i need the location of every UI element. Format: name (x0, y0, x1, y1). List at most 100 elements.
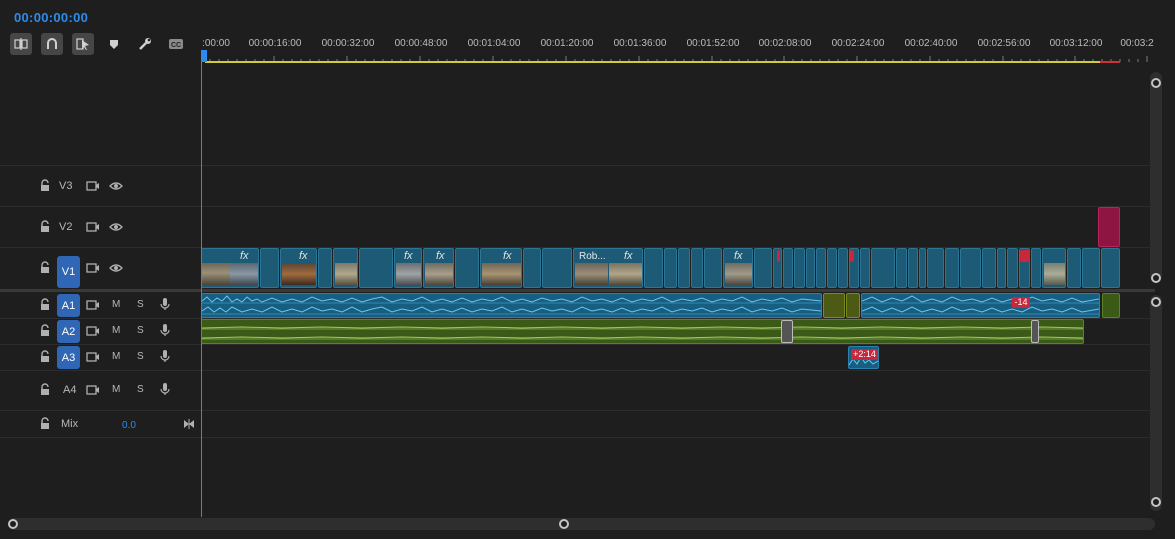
solo-button[interactable]: S (137, 325, 144, 336)
insert-nest-button[interactable] (10, 33, 32, 55)
video-clip[interactable] (644, 248, 663, 288)
video-clip[interactable]: fx (201, 248, 259, 288)
audio-clip-a3[interactable]: +2:14 (848, 346, 879, 369)
audio-clip-green[interactable] (1102, 293, 1120, 318)
video-clip[interactable]: fx (423, 248, 454, 288)
lock-icon[interactable] (38, 261, 52, 275)
video-clip[interactable] (664, 248, 677, 288)
video-clip[interactable] (838, 248, 848, 288)
eye-icon[interactable] (109, 221, 123, 233)
lock-icon[interactable] (38, 350, 52, 364)
zoom-handle-right[interactable] (559, 519, 569, 529)
audio-clip-green[interactable] (846, 293, 860, 318)
video-clip[interactable] (783, 248, 793, 288)
solo-button[interactable]: S (137, 351, 144, 362)
linked-selection-button[interactable] (72, 33, 94, 55)
video-clip[interactable] (806, 248, 815, 288)
sync-lock-icon[interactable] (86, 299, 100, 311)
video-clip[interactable] (678, 248, 690, 288)
audio-clip[interactable] (861, 293, 1100, 318)
video-clip[interactable]: fx (394, 248, 422, 288)
video-clip[interactable] (919, 248, 926, 288)
video-clip[interactable] (1031, 248, 1041, 288)
video-clip[interactable] (908, 248, 918, 288)
track-target-v2[interactable]: V2 (59, 221, 79, 233)
microphone-icon[interactable] (160, 297, 170, 311)
mute-button[interactable]: M (112, 325, 120, 336)
video-clip[interactable] (1082, 248, 1100, 288)
video-clip[interactable] (754, 248, 772, 288)
scrollbar-handle[interactable] (1151, 297, 1161, 307)
microphone-icon[interactable] (160, 349, 170, 363)
video-clip[interactable] (1067, 248, 1081, 288)
video-clip[interactable] (827, 248, 837, 288)
time-ruler[interactable]: :00:00 00:00:16:00 00:00:32:00 00:00:48:… (201, 32, 1154, 64)
track-target-a2[interactable]: A2 (57, 320, 80, 343)
video-clip[interactable] (896, 248, 907, 288)
video-clip[interactable] (927, 248, 944, 288)
playhead-handle[interactable] (201, 50, 207, 62)
video-clip[interactable] (359, 248, 393, 288)
playhead-line[interactable] (201, 52, 202, 517)
track-target-v3[interactable]: V3 (59, 180, 79, 192)
video-clip[interactable] (318, 248, 332, 288)
video-clip[interactable] (794, 248, 805, 288)
scrollbar-handle[interactable] (1151, 273, 1161, 283)
lock-icon[interactable] (38, 324, 52, 338)
work-area-bar[interactable] (205, 61, 1100, 63)
video-clip[interactable]: fx (723, 248, 753, 288)
bowtie-icon[interactable] (183, 419, 195, 429)
scrollbar-handle[interactable] (1151, 78, 1161, 88)
video-vertical-scrollbar[interactable] (1150, 72, 1162, 283)
timeline-settings-button[interactable] (134, 33, 156, 55)
sync-lock-icon[interactable] (86, 325, 100, 337)
scrollbar-handle[interactable] (1151, 497, 1161, 507)
lock-icon[interactable] (38, 220, 52, 234)
sync-lock-icon[interactable] (86, 384, 100, 396)
lock-icon[interactable] (38, 298, 52, 312)
mute-button[interactable]: M (112, 351, 120, 362)
zoom-handle-left[interactable] (8, 519, 18, 529)
video-clip[interactable] (1007, 248, 1018, 288)
video-clip[interactable] (871, 248, 895, 288)
video-clip-named[interactable]: Rob... fx (573, 248, 643, 288)
audio-vertical-scrollbar[interactable] (1150, 295, 1162, 511)
snap-button[interactable] (41, 33, 63, 55)
audio-clip-a2[interactable] (201, 319, 1084, 344)
mute-button[interactable]: M (112, 299, 120, 310)
video-clip[interactable] (523, 248, 541, 288)
video-clip[interactable] (997, 248, 1006, 288)
eye-icon[interactable] (109, 262, 123, 274)
horizontal-zoom-scrollbar[interactable] (8, 518, 1155, 530)
video-clip[interactable] (704, 248, 722, 288)
track-target-a4[interactable]: A4 (63, 384, 83, 396)
sync-lock-icon[interactable] (86, 262, 100, 274)
track-target-a3[interactable]: A3 (57, 346, 80, 369)
video-clip[interactable] (333, 248, 358, 288)
video-clip[interactable] (960, 248, 981, 288)
lock-icon[interactable] (38, 383, 52, 397)
solo-button[interactable]: S (137, 299, 144, 310)
audio-clip-green[interactable] (823, 293, 845, 318)
video-clip[interactable] (945, 248, 959, 288)
lock-icon[interactable] (38, 179, 52, 193)
video-clip[interactable] (1042, 248, 1066, 288)
microphone-icon[interactable] (160, 323, 170, 337)
sync-lock-icon[interactable] (86, 221, 100, 233)
video-clip[interactable] (691, 248, 703, 288)
video-clip[interactable] (860, 248, 870, 288)
sync-lock-icon[interactable] (86, 180, 100, 192)
playhead-timecode[interactable]: 00:00:00:00 (14, 10, 88, 25)
captions-button[interactable]: CC (165, 33, 187, 55)
video-clip-v2[interactable] (1098, 207, 1120, 247)
video-clip[interactable] (816, 248, 826, 288)
video-clip[interactable] (260, 248, 279, 288)
video-clip[interactable] (1101, 248, 1120, 288)
track-target-v1[interactable]: V1 (57, 256, 80, 288)
track-target-a1[interactable]: A1 (57, 294, 80, 317)
transition-handle[interactable] (781, 320, 793, 343)
eye-icon[interactable] (109, 180, 123, 192)
solo-button[interactable]: S (137, 384, 144, 395)
video-clip[interactable]: fx (480, 248, 522, 288)
video-clip[interactable] (455, 248, 479, 288)
